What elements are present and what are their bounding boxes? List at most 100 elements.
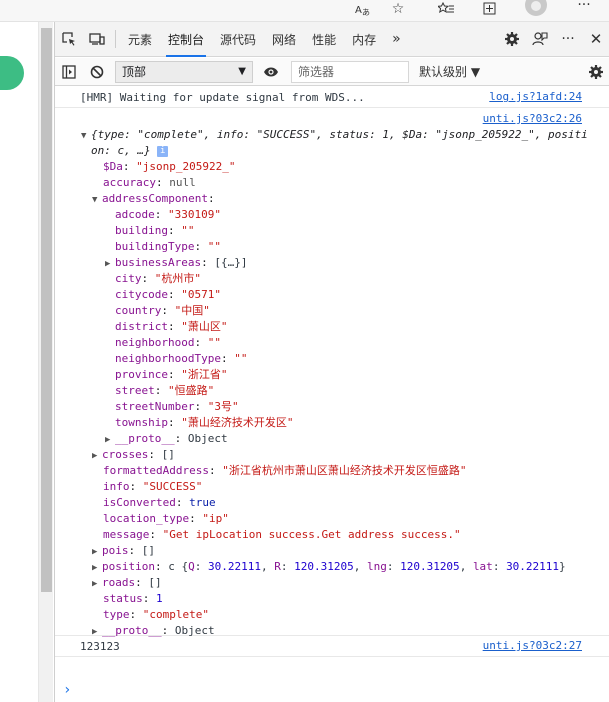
tab-performance[interactable]: 性能 <box>304 22 344 57</box>
profile-icon[interactable] <box>525 0 547 16</box>
tab-label: 控制台 <box>168 32 205 47</box>
prop-row-expandable[interactable]: ▼ addressComponent: <box>92 191 215 207</box>
page-viewport <box>0 22 38 702</box>
page-green-button[interactable] <box>0 56 24 90</box>
prop-row-expandable[interactable]: ▶ position: c {Q: 30.22111, R: 120.31205,… <box>92 559 566 575</box>
prop-row-expandable[interactable]: ▶ crosses: [] <box>92 447 175 463</box>
filter-input[interactable] <box>291 60 409 83</box>
close-icon[interactable]: ✕ <box>582 22 609 57</box>
prop-key: streetNumber <box>115 400 195 413</box>
prop-value: [] <box>148 576 162 589</box>
more-tabs-button[interactable]: » <box>384 22 409 57</box>
info-icon[interactable]: i <box>157 145 169 157</box>
devtools-panel: 元素 控制台 源代码 网络 性能 内存 » ··· ✕ 顶部 ▼ 默认级别 ▼ <box>54 22 609 702</box>
prop-row-expandable[interactable]: ▶ roads: [] <box>92 575 162 591</box>
device-toolbar-icon[interactable] <box>83 22 111 57</box>
prop-value: "" <box>181 224 195 237</box>
prop-value: "" <box>207 240 221 253</box>
prop-row: location_type: "ip" <box>103 512 229 525</box>
tab-network[interactable]: 网络 <box>264 22 304 57</box>
prop-row-expandable[interactable]: ▶ pois: [] <box>92 543 155 559</box>
source-link[interactable]: unti.js?03c2:26 <box>483 112 582 125</box>
tab-sources[interactable]: 源代码 <box>212 22 264 57</box>
svg-text:あ: あ <box>362 8 370 16</box>
star-icon[interactable]: ☆ <box>387 0 409 18</box>
prop-key: type <box>103 608 130 621</box>
prop-key: country <box>115 304 162 317</box>
prop-value: "3号" <box>207 400 239 413</box>
feedback-icon[interactable] <box>526 22 554 57</box>
chevron-double-right-icon: » <box>392 31 401 47</box>
prop-row: info: "SUCCESS" <box>103 480 203 493</box>
expanded-triangle-icon[interactable]: ▼ <box>92 192 102 208</box>
prop-row: street: "恒盛路" <box>115 384 215 397</box>
tab-console[interactable]: 控制台 <box>160 22 212 57</box>
context-selector[interactable]: 顶部 ▼ <box>115 60 253 83</box>
prop-value: "萧山经济技术开发区" <box>181 416 294 429</box>
tab-separator <box>115 30 116 48</box>
prop-key: message <box>103 528 150 541</box>
collapsed-triangle-icon[interactable]: ▶ <box>92 544 102 560</box>
prop-value: "ip" <box>202 512 229 525</box>
prop-row: isConverted: true <box>103 496 216 509</box>
collapsed-triangle-icon[interactable]: ▶ <box>105 256 115 272</box>
prop-value: "杭州市" <box>154 272 201 285</box>
collapsed-triangle-icon[interactable]: ▶ <box>92 560 102 576</box>
prop-row: building: "" <box>115 224 195 237</box>
collapsed-triangle-icon[interactable]: ▶ <box>92 576 102 592</box>
prop-value: "浙江省杭州市萧山区萧山经济技术开发区恒盛路" <box>222 464 467 477</box>
prop-row-expandable[interactable]: ▶ __proto__: Object <box>105 431 228 447</box>
console-toolbar: 顶部 ▼ 默认级别 ▼ <box>55 58 609 86</box>
prop-row: status: 1 <box>103 592 163 605</box>
prop-key: isConverted <box>103 496 176 509</box>
console-message-text: [HMR] Waiting for update signal from WDS… <box>80 91 365 104</box>
prop-value: "中国" <box>174 304 210 317</box>
prop-value: "萧山区" <box>181 320 228 333</box>
tab-label: 性能 <box>312 32 337 47</box>
collections-icon[interactable] <box>479 0 501 18</box>
more-icon[interactable]: ··· <box>573 0 595 14</box>
devtools-tabbar: 元素 控制台 源代码 网络 性能 内存 » ··· ✕ <box>55 22 609 57</box>
inspect-element-icon[interactable] <box>55 22 83 57</box>
more-options-icon[interactable]: ··· <box>554 22 582 57</box>
console-message: 123123 unti.js?03c2:27 <box>55 636 609 657</box>
favorites-icon[interactable] <box>435 0 457 18</box>
prop-key: province <box>115 368 168 381</box>
prop-value: "330109" <box>168 208 221 221</box>
console-message-object: unti.js?03c2:26 ▼ {type: "complete", info… <box>55 108 609 637</box>
prop-value: "0571" <box>181 288 221 301</box>
prop-key: district <box>115 320 168 333</box>
scrollbar-thumb[interactable] <box>41 28 52 592</box>
sidebar-toggle-icon[interactable] <box>55 58 83 86</box>
context-selector-value: 顶部 <box>122 65 147 79</box>
prop-row: formattedAddress: "浙江省杭州市萧山区萧山经济技术开发区恒盛路… <box>103 464 467 477</box>
prop-key: businessAreas <box>115 256 202 269</box>
prop-value: "complete" <box>142 608 209 621</box>
object-summary-cont: on: c, …} i <box>91 143 169 159</box>
collapsed-triangle-icon[interactable]: ▶ <box>105 432 115 448</box>
settings-gear-icon[interactable] <box>498 22 526 57</box>
log-levels-dropdown[interactable]: 默认级别 ▼ <box>415 61 531 83</box>
prop-row-expandable[interactable]: ▶ businessAreas: [{…}] <box>105 255 247 271</box>
clear-console-icon[interactable] <box>83 58 111 86</box>
prop-row: adcode: "330109" <box>115 208 221 221</box>
prop-value: [] <box>161 448 175 461</box>
prop-key: neighborhood <box>115 336 195 349</box>
live-expression-eye-icon[interactable] <box>257 58 285 86</box>
expanded-triangle-icon[interactable]: ▼ <box>81 128 91 144</box>
prop-row: buildingType: "" <box>115 240 221 253</box>
page-scrollbar[interactable] <box>38 22 53 702</box>
source-link[interactable]: log.js?1afd:24 <box>489 90 582 103</box>
tab-memory[interactable]: 内存 <box>344 22 384 57</box>
console-message-text: 123123 <box>80 640 120 653</box>
tab-elements[interactable]: 元素 <box>120 22 160 57</box>
console-settings-gear-icon[interactable] <box>582 58 609 86</box>
console-prompt[interactable]: › <box>63 682 71 698</box>
log-levels-label: 默认级别 ▼ <box>419 65 481 79</box>
prop-row: country: "中国" <box>115 304 210 317</box>
prop-key: __proto__ <box>115 432 175 445</box>
object-summary[interactable]: ▼ {type: "complete", info: "SUCCESS", sta… <box>81 127 588 143</box>
collapsed-triangle-icon[interactable]: ▶ <box>92 448 102 464</box>
source-link[interactable]: unti.js?03c2:27 <box>483 639 582 652</box>
translate-icon[interactable]: Aあ <box>352 0 374 18</box>
